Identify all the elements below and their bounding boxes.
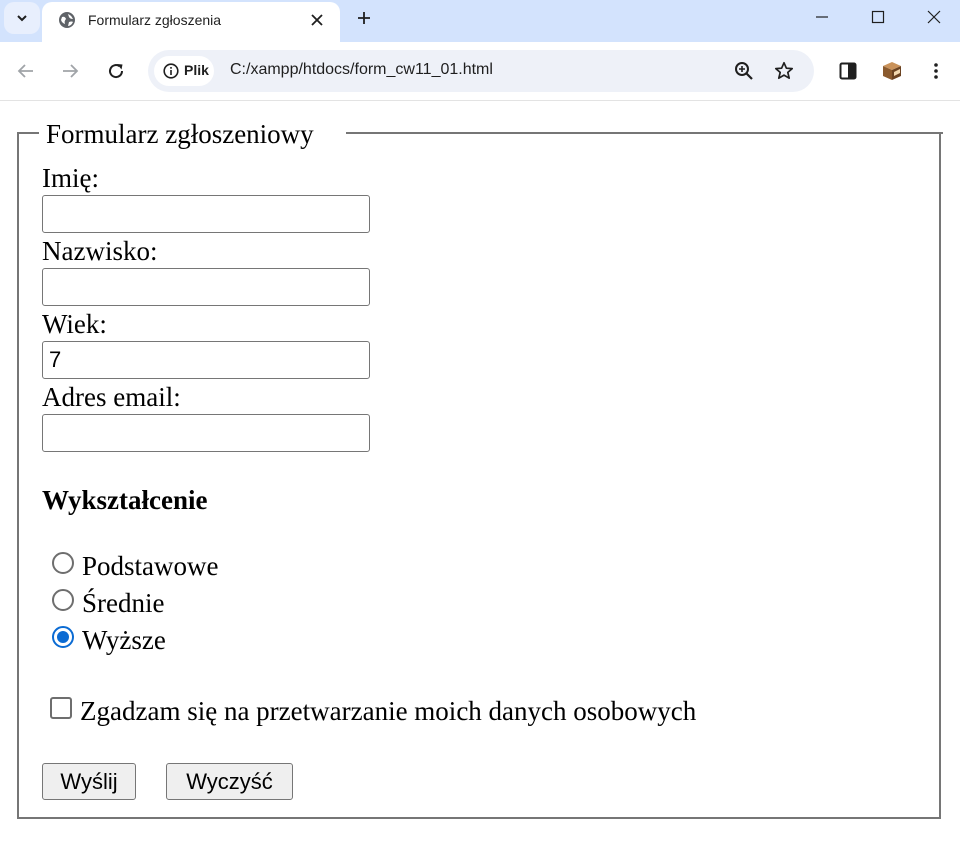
zoom-icon	[735, 62, 753, 80]
education-radio-secondary[interactable]	[52, 589, 74, 611]
minimize-button[interactable]	[794, 0, 850, 34]
site-info-chip[interactable]: Plik	[154, 56, 214, 86]
first-name-input[interactable]	[42, 195, 370, 233]
maximize-button[interactable]	[850, 0, 906, 34]
url-text[interactable]: C:/xampp/htdocs/form_cw11_01.html	[230, 61, 493, 79]
tab-close-button[interactable]	[307, 10, 327, 30]
fieldset-border-top-left	[17, 132, 39, 134]
side-panel-icon	[839, 62, 857, 80]
bookmark-button[interactable]	[772, 59, 796, 83]
form-legend: Formularz zgłoszeniowy	[46, 119, 314, 149]
new-tab-button[interactable]	[352, 6, 376, 30]
globe-icon	[59, 12, 75, 28]
extension-button[interactable]	[878, 57, 906, 85]
window-close-button[interactable]	[906, 0, 960, 34]
age-label: Wiek:	[42, 309, 107, 339]
age-input[interactable]	[42, 341, 370, 379]
plus-icon	[358, 12, 370, 24]
consent-checkbox[interactable]	[50, 697, 72, 719]
consent-label: Zgadzam się na przetwarzanie moich danyc…	[80, 696, 697, 726]
browser-toolbar: Plik C:/xampp/htdocs/form_cw11_01.html	[0, 42, 960, 101]
email-input[interactable]	[42, 414, 370, 452]
address-bar[interactable]: Plik C:/xampp/htdocs/form_cw11_01.html	[148, 50, 814, 92]
reset-button[interactable]: Wyczyść	[166, 763, 293, 800]
browser-menu-button[interactable]	[922, 57, 950, 85]
side-panel-button[interactable]	[834, 57, 862, 85]
tab-strip: Formularz zgłoszenia	[0, 0, 960, 42]
reload-button[interactable]	[102, 57, 130, 85]
minimize-icon	[816, 16, 828, 18]
forward-icon	[63, 64, 79, 78]
education-option-label: Wyższe	[82, 625, 166, 655]
maximize-icon	[871, 10, 885, 24]
menu-icon	[934, 63, 938, 79]
fieldset-border-top-right	[346, 132, 943, 134]
education-radio-basic[interactable]	[52, 552, 74, 574]
active-tab[interactable]: Formularz zgłoszenia	[42, 2, 340, 42]
reload-icon	[109, 64, 124, 79]
site-chip-label: Plik	[184, 62, 209, 78]
education-option-label: Podstawowe	[82, 551, 219, 581]
email-label: Adres email:	[42, 382, 181, 412]
education-heading: Wykształcenie	[42, 485, 208, 515]
submit-button[interactable]: Wyślij	[42, 763, 136, 800]
back-icon	[17, 64, 33, 78]
close-icon	[311, 14, 323, 26]
forward-button[interactable]	[56, 57, 84, 85]
last-name-input[interactable]	[42, 268, 370, 306]
info-icon	[163, 63, 179, 79]
tab-search-button[interactable]	[4, 2, 40, 34]
extension-icon	[883, 62, 901, 80]
tab-search-icon	[17, 15, 27, 22]
education-radio-higher[interactable]	[52, 626, 74, 648]
window-close-icon	[927, 10, 941, 24]
first-name-label: Imię:	[42, 163, 99, 193]
zoom-button[interactable]	[732, 59, 756, 83]
back-button[interactable]	[12, 57, 40, 85]
star-icon	[774, 61, 794, 80]
tab-title: Formularz zgłoszenia	[88, 12, 222, 28]
education-option-label: Średnie	[82, 588, 165, 618]
last-name-label: Nazwisko:	[42, 236, 158, 266]
